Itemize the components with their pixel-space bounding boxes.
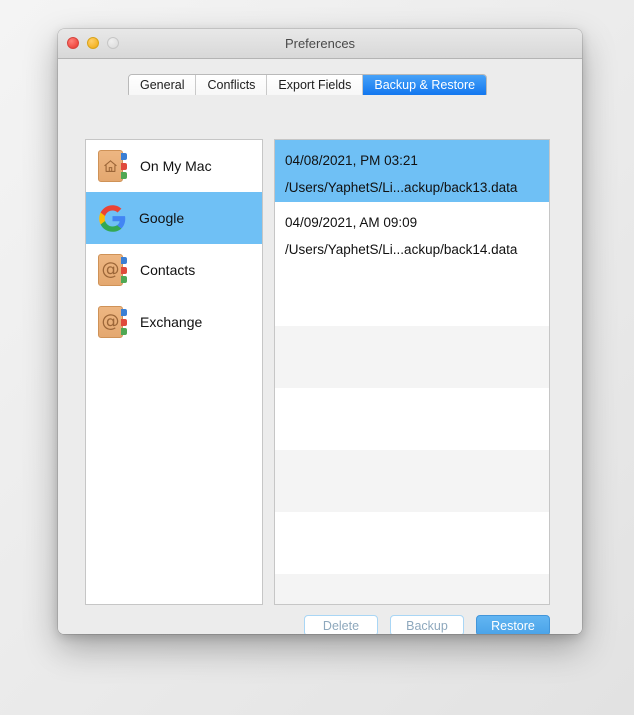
sidebar-item-on-my-mac[interactable]: On My Mac — [86, 140, 262, 192]
address-book-at-icon: @ — [98, 254, 128, 286]
address-book-at-icon: @ — [98, 306, 128, 338]
backup-button[interactable]: Backup — [390, 615, 464, 634]
footer-button-group: Delete Backup Restore — [304, 615, 550, 634]
google-logo-icon — [98, 204, 127, 233]
at-symbol-icon: @ — [101, 311, 120, 332]
backup-file-list[interactable]: 04/08/2021, PM 03:21 /Users/YaphetS/Li..… — [274, 139, 550, 605]
table-row-empty — [275, 450, 549, 512]
table-row-empty — [275, 574, 549, 604]
backup-date: 04/09/2021, AM 09:09 — [285, 215, 418, 230]
sidebar-item-label: On My Mac — [140, 158, 212, 174]
restore-button[interactable]: Restore — [476, 615, 550, 634]
backup-path: /Users/YaphetS/Li...ackup/back13.data — [285, 180, 518, 195]
table-row[interactable]: 04/09/2021, AM 09:09 /Users/YaphetS/Li..… — [275, 202, 549, 264]
address-book-house-icon — [98, 150, 128, 182]
sidebar-item-label: Exchange — [140, 314, 203, 330]
table-row-empty — [275, 388, 549, 450]
backup-path: /Users/YaphetS/Li...ackup/back14.data — [285, 242, 518, 257]
preferences-window: Preferences General Conflicts Export Fie… — [58, 29, 582, 634]
sidebar-item-google[interactable]: Google — [86, 192, 262, 244]
sidebar-item-label: Google — [139, 210, 185, 226]
table-row-empty — [275, 326, 549, 388]
delete-button[interactable]: Delete — [304, 615, 378, 634]
tab-conflicts[interactable]: Conflicts — [196, 75, 268, 95]
table-row-empty — [275, 264, 549, 326]
tab-export-fields[interactable]: Export Fields — [267, 75, 364, 95]
tab-backup-and-restore[interactable]: Backup & Restore — [363, 75, 487, 95]
backup-restore-pane: On My Mac Google @ Contacts @ Exchange 0… — [58, 95, 582, 634]
sidebar-item-exchange[interactable]: @ Exchange — [86, 296, 262, 348]
at-symbol-icon: @ — [101, 259, 120, 280]
window-titlebar: Preferences — [58, 29, 582, 59]
window-title: Preferences — [284, 36, 356, 51]
table-row-empty — [275, 512, 549, 574]
sidebar-item-label: Contacts — [140, 262, 196, 278]
backup-date: 04/08/2021, PM 03:21 — [285, 153, 418, 168]
table-row[interactable]: 04/08/2021, PM 03:21 /Users/YaphetS/Li..… — [275, 140, 549, 202]
account-source-list: On My Mac Google @ Contacts @ Exchange — [85, 139, 263, 605]
toolbar-region: General Conflicts Export Fields Backup &… — [58, 59, 582, 98]
desktop-backdrop: Preferences General Conflicts Export Fie… — [0, 0, 634, 715]
tab-general[interactable]: General — [129, 75, 197, 95]
sidebar-item-contacts[interactable]: @ Contacts — [86, 244, 262, 296]
